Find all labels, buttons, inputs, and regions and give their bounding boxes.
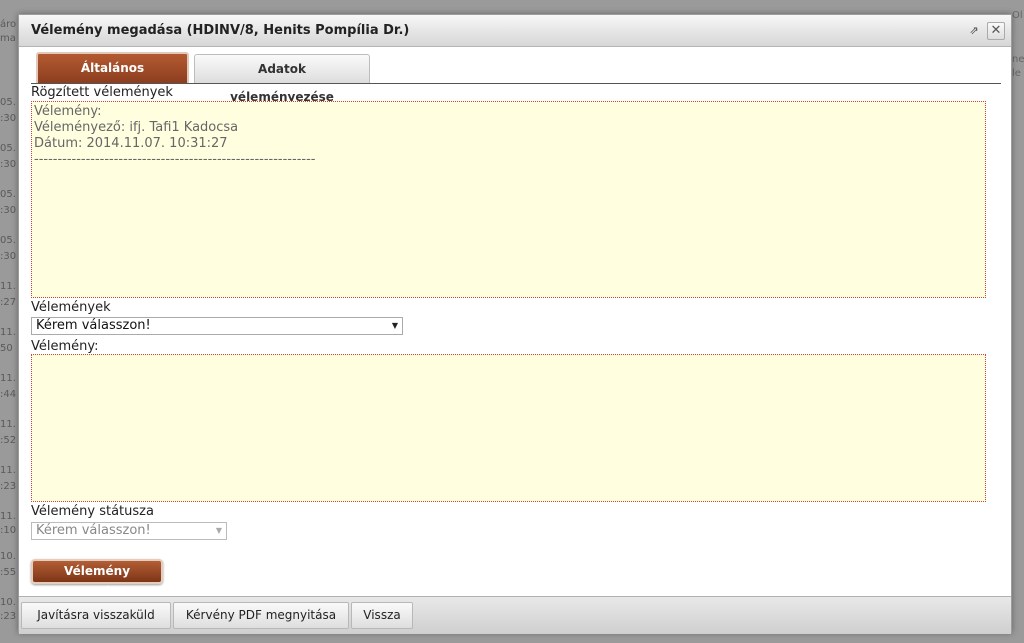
- background-fragment: :23: [0, 611, 17, 622]
- opinion-dialog: Vélemény megadása (HDINV/8, Henits Pompí…: [18, 14, 1012, 634]
- background-fragment: :30: [0, 113, 17, 124]
- recorded-line: Véleményező: ifj. Tafi1 Kadocsa: [34, 120, 239, 135]
- dialog-footer: Javításra visszaküld Kérvény PDF megnyit…: [19, 596, 1011, 634]
- save-opinion-button[interactable]: Vélemény mentése: [31, 559, 163, 599]
- return-for-correction-button[interactable]: Javításra visszaküld: [21, 602, 171, 629]
- recorded-line: Vélemény:: [34, 104, 102, 119]
- background-fragment: 05.: [0, 235, 16, 246]
- background-fragment: 11.: [0, 281, 16, 292]
- open-pdf-button[interactable]: Kérvény PDF megnyitása: [173, 602, 349, 629]
- tab-divider: [31, 83, 1001, 84]
- opinion-status-label: Vélemény státusza: [31, 504, 154, 519]
- recorded-opinions-label: Rögzített vélemények: [31, 85, 173, 100]
- chevron-down-icon: ▼: [391, 321, 398, 330]
- background-fragment: le: [1012, 68, 1021, 79]
- background-fragment: ne: [1012, 54, 1024, 65]
- background-fragment: :30: [0, 205, 17, 216]
- background-fragment: ma: [0, 33, 16, 44]
- recorded-opinions-text: Vélemény: Véleményező: ifj. Tafi1 Kadocsa…: [34, 104, 315, 168]
- tab-bar: Általános vélemény Adatok véleményezése: [31, 52, 1001, 104]
- background-fragment: áro: [0, 19, 17, 30]
- background-fragment: :30: [0, 159, 17, 170]
- background-fragment: 11.: [0, 419, 16, 430]
- dialog-title: Vélemény megadása (HDINV/8, Henits Pompí…: [31, 23, 410, 38]
- background-fragment: :44: [0, 389, 17, 400]
- background-fragment: 10.: [0, 597, 16, 608]
- opinion-textarea[interactable]: [31, 354, 986, 502]
- background-fragment: 05.: [0, 189, 16, 200]
- recorded-line: Dátum: 2014.11.07. 10:31:27: [34, 136, 228, 151]
- back-button[interactable]: Vissza: [351, 602, 413, 629]
- background-fragment: 05.: [0, 143, 16, 154]
- background-fragment: Ol: [1012, 10, 1023, 21]
- popout-icon[interactable]: ⇗: [967, 24, 981, 38]
- tab-data-review[interactable]: Adatok véleményezése: [194, 54, 370, 104]
- opinion-text-label: Vélemény:: [31, 339, 99, 354]
- background-table-column: áro ma 05. :30 05. :30 05. :30 05. :30 1…: [0, 0, 18, 643]
- dialog-titlebar[interactable]: Vélemény megadása (HDINV/8, Henits Pompí…: [19, 15, 1011, 47]
- background-fragment: 11.: [0, 373, 16, 384]
- opinion-status-select[interactable]: Kérem válasszon! ▼: [31, 522, 227, 540]
- background-fragment: 50: [0, 343, 13, 354]
- background-fragment: :30: [0, 251, 17, 262]
- recorded-line: ----------------------------------------…: [34, 152, 316, 167]
- tab-general-opinion[interactable]: Általános vélemény: [36, 52, 189, 103]
- chevron-down-icon: ▼: [215, 526, 222, 535]
- background-fragment: :23: [0, 481, 17, 492]
- background-fragment: :55: [0, 567, 17, 578]
- background-fragment: 05.: [0, 97, 16, 108]
- close-icon[interactable]: ✕: [987, 22, 1005, 40]
- background-fragment: :27: [0, 297, 17, 308]
- background-fragment: 11.: [0, 327, 16, 338]
- opinions-select-value: Kérem válasszon!: [36, 318, 151, 333]
- background-fragment: 11.: [0, 465, 16, 476]
- status-select-value: Kérem válasszon!: [36, 523, 151, 538]
- background-fragment: :10: [0, 525, 17, 536]
- background-right-edge: Ol ne le: [1010, 0, 1024, 643]
- background-fragment: :52: [0, 435, 17, 446]
- opinions-select[interactable]: Kérem válasszon! ▼: [31, 317, 403, 335]
- background-fragment: 10.: [0, 551, 16, 562]
- background-fragment: 11.: [0, 511, 16, 522]
- opinions-label: Vélemények: [31, 300, 111, 315]
- recorded-opinions-box[interactable]: Vélemény: Véleményező: ifj. Tafi1 Kadocsa…: [31, 101, 986, 298]
